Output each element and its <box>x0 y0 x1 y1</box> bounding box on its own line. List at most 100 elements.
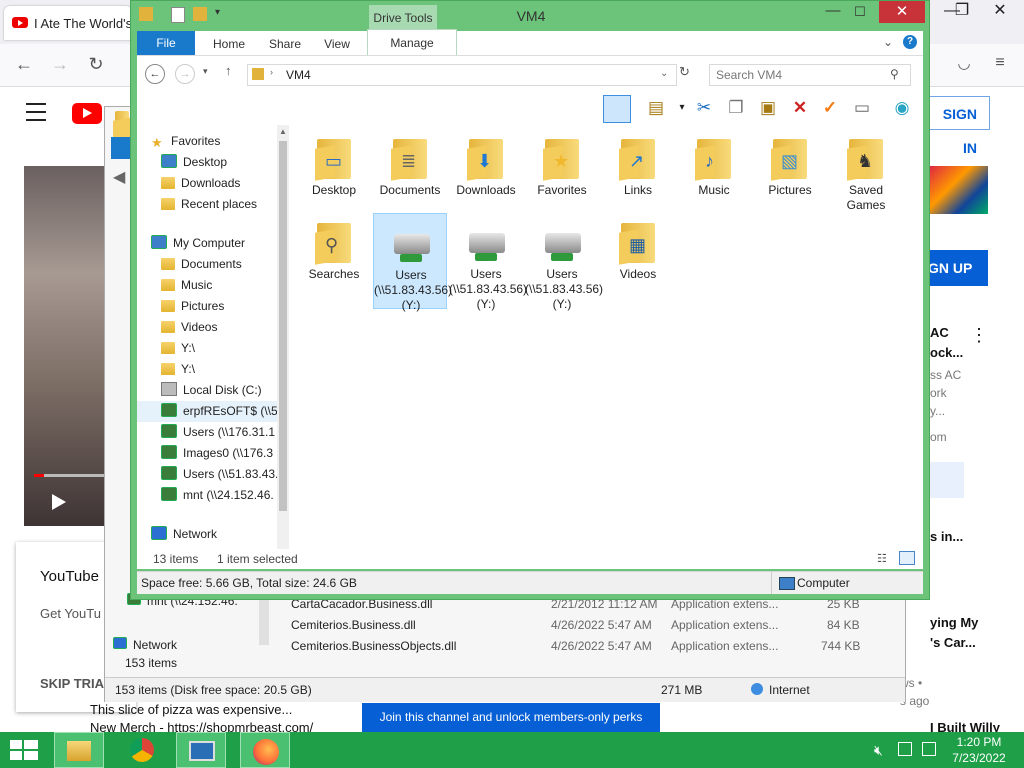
youtube-logo-icon[interactable] <box>72 103 102 124</box>
network-status-icon[interactable] <box>898 742 912 756</box>
tab-view[interactable]: View <box>313 31 361 55</box>
help-icon[interactable]: ? <box>903 35 917 49</box>
nav-item-users-176-31-1[interactable]: Users (\\176.31.1 <box>161 422 275 443</box>
browser-restore-button[interactable]: ❐ <box>942 0 982 28</box>
nav-scrollbar[interactable]: ▲ <box>277 125 289 569</box>
menu-icon[interactable]: ≡ <box>986 54 1014 72</box>
nav-item-images0-176-3[interactable]: Images0 (\\176.3 <box>161 443 273 464</box>
back-arrow-icon[interactable]: ◀ <box>113 167 125 187</box>
back-arrow-icon[interactable]: ← <box>10 54 38 75</box>
nav-item-pictures[interactable]: Pictures <box>161 296 224 317</box>
nav-item-documents[interactable]: Documents <box>161 254 242 275</box>
nav-item-my-computer[interactable]: My Computer <box>151 233 245 254</box>
tab-manage[interactable]: Manage <box>367 29 457 55</box>
taskbar-firefox[interactable] <box>240 732 290 768</box>
file-item-pictures[interactable]: ▧ Pictures <box>753 129 827 225</box>
file-item-netdrive[interactable]: Users (\\51.83.43.56) (Y:) <box>449 213 527 311</box>
recent-locations-icon[interactable]: ▾ <box>203 66 208 77</box>
file-item-favorites[interactable]: ★ Favorites <box>525 129 599 225</box>
file-item-games[interactable]: ♞ Saved Games <box>829 129 903 225</box>
action-center-icon[interactable] <box>922 742 936 756</box>
nav-item-erpfresoft-5[interactable]: erpfREsOFT$ (\\5 <box>137 401 289 422</box>
file-row[interactable]: Cemiterios.BusinessObjects.dll <box>291 639 456 653</box>
video-player[interactable] <box>24 166 114 526</box>
details-view-icon[interactable]: ☷ <box>877 552 887 565</box>
reload-icon[interactable]: ↻ <box>82 54 110 75</box>
nav-item-y[interactable]: Y:\ <box>161 359 195 380</box>
video-progress-bar[interactable] <box>34 474 114 477</box>
nav-item-music[interactable]: Music <box>161 275 212 296</box>
hamburger-menu-icon[interactable] <box>26 103 46 121</box>
file-item-videos[interactable]: ▦ Videos <box>601 213 675 309</box>
forward-button[interactable]: → <box>175 64 195 84</box>
nav-item-users-51-83-43[interactable]: Users (\\51.83.43. <box>161 464 278 485</box>
select-icon[interactable]: ▤ <box>645 97 667 119</box>
back-button[interactable]: ← <box>145 64 165 84</box>
clock[interactable]: 1:20 PM 7/23/2022 <box>944 734 1014 766</box>
up-arrow-icon[interactable]: ↑ <box>225 63 232 78</box>
nav-item-label: Desktop <box>183 155 228 169</box>
file-item-netdrive[interactable]: Users (\\51.83.43.56) (Y:) <box>373 213 452 312</box>
rename-check-icon[interactable]: ✓ <box>819 97 841 119</box>
address-box[interactable]: › VM4 ⌄ <box>247 64 677 86</box>
maximize-button[interactable]: ☐ <box>847 1 873 23</box>
title-bar[interactable]: ▾ VM4 <box>131 1 931 31</box>
file-item-music[interactable]: ♪ Music <box>677 129 751 225</box>
nav-item-videos[interactable]: Videos <box>161 317 217 338</box>
address-dropdown-icon[interactable]: ⌄ <box>660 68 668 79</box>
forward-arrow-icon[interactable]: → <box>46 54 74 75</box>
nav-item-recent-places[interactable]: Recent places <box>161 194 257 215</box>
tab-share[interactable]: Share <box>259 31 311 55</box>
sign-up-button[interactable]: GN UP <box>928 250 988 286</box>
cut-icon[interactable]: ✂ <box>693 97 715 119</box>
taskbar-chrome[interactable] <box>118 732 168 768</box>
close-button[interactable]: ✕ <box>879 1 925 23</box>
ad-thumbnail[interactable] <box>928 166 988 214</box>
file-item-searches[interactable]: ⚲ Searches <box>297 213 371 309</box>
refresh-icon[interactable]: ↻ <box>679 64 690 80</box>
file-item-label: Saved Games <box>846 183 886 212</box>
search-input[interactable]: Search VM4 ⚲ <box>709 64 911 86</box>
pocket-icon[interactable]: ◡ <box>950 54 978 72</box>
nav-item-y[interactable]: Y:\ <box>161 338 195 359</box>
sign-in-button[interactable]: SIGN IN <box>924 96 990 156</box>
network-globe-icon[interactable]: ◉ <box>891 97 913 119</box>
file-item-documents[interactable]: ≣ Documents <box>373 129 447 225</box>
taskbar-remote-desktop[interactable] <box>176 732 226 768</box>
properties-icon[interactable]: ▭ <box>851 97 873 119</box>
tab-file[interactable]: File <box>137 31 195 55</box>
nav-item-desktop[interactable]: Desktop <box>161 152 227 173</box>
start-button[interactable] <box>0 732 50 768</box>
skip-trial-button[interactable]: SKIP TRIA <box>40 676 104 691</box>
copy-icon[interactable]: ❐ <box>725 97 747 119</box>
large-icons-view-icon[interactable] <box>899 551 915 565</box>
file-row[interactable]: Cemiterios.Business.dll <box>291 618 416 632</box>
nav-item-network[interactable]: Network <box>151 524 217 545</box>
select-dropdown-icon[interactable]: ▾ <box>671 97 693 119</box>
tab-home[interactable]: Home <box>203 31 255 55</box>
minimize-button[interactable]: — <box>821 1 845 23</box>
file-item-links[interactable]: ↗ Links <box>601 129 675 225</box>
nav-item-local-disk-c[interactable]: Local Disk (C:) <box>161 380 262 401</box>
file-item-downloads[interactable]: ⬇ Downloads <box>449 129 523 225</box>
browser-tab[interactable]: I Ate The World's L <box>4 6 132 40</box>
play-icon[interactable] <box>52 494 66 510</box>
browser-close-button[interactable]: ✕ <box>980 0 1020 28</box>
nav-item-mnt-24-152-46[interactable]: mnt (\\24.152.46. <box>161 485 274 506</box>
ribbon-expand-icon[interactable]: ⌄ <box>883 35 893 49</box>
speaker-muted-icon[interactable]: 🔇︎ <box>874 742 883 759</box>
nav-tree-network[interactable]: Network <box>113 637 177 652</box>
scroll-thumb[interactable] <box>279 141 287 511</box>
delete-icon[interactable]: ✕ <box>789 97 811 119</box>
external-link-icon[interactable] <box>928 462 964 498</box>
nav-item-downloads[interactable]: Downloads <box>161 173 240 194</box>
file-item-desktop[interactable]: ▭ Desktop <box>297 129 371 225</box>
more-options-icon[interactable]: ⋮ <box>970 325 988 346</box>
preview-pane-icon[interactable] <box>603 95 631 123</box>
paste-icon[interactable]: ▣ <box>757 97 779 119</box>
join-channel-banner[interactable]: Join this channel and unlock members-onl… <box>362 703 660 732</box>
taskbar-file-explorer[interactable] <box>54 732 104 768</box>
scroll-up-icon[interactable]: ▲ <box>279 127 287 136</box>
nav-item-favorites[interactable]: ★ Favorites <box>151 131 220 152</box>
file-item-netdrive[interactable]: Users (\\51.83.43.56) (Y:) <box>525 213 603 311</box>
